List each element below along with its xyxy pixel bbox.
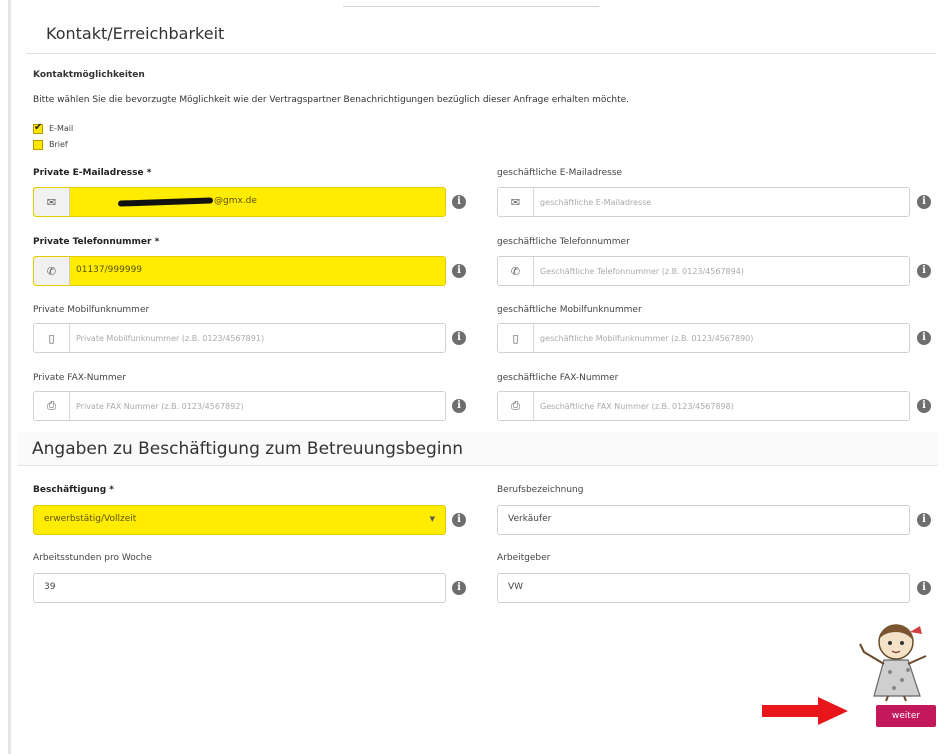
private-phone-label: Private Telefonnummer * — [33, 237, 160, 247]
private-email-label: Private E-Mailadresse * — [33, 168, 152, 178]
private-mobile-field[interactable]: ▯ — [33, 323, 446, 353]
employment-value: erwerbstätig/Vollzeit — [44, 514, 137, 524]
hours-value: 39 — [44, 582, 56, 592]
hours-field[interactable]: 39 — [33, 573, 446, 603]
private-fax-field[interactable]: ⎙ — [33, 391, 446, 421]
hours-label: Arbeitsstunden pro Woche — [33, 553, 152, 563]
private-mobile-label: Private Mobilfunknummer — [33, 305, 150, 315]
private-fax-input[interactable] — [76, 397, 406, 415]
envelope-icon: ✉ — [498, 188, 534, 216]
left-border — [8, 0, 11, 754]
phone-icon: ✆ — [34, 257, 70, 285]
business-fax-field[interactable]: ⎙ — [497, 391, 910, 421]
info-icon[interactable]: i — [452, 195, 466, 209]
envelope-icon: ✉ — [34, 188, 70, 216]
business-phone-label: geschäftliche Telefonnummer — [497, 237, 630, 247]
top-divider — [343, 6, 599, 7]
business-email-input[interactable] — [540, 193, 870, 211]
red-arrow-icon — [762, 697, 848, 725]
mobile-icon: ▯ — [498, 324, 534, 352]
caret-down-icon: ▼ — [429, 515, 435, 523]
employment-select[interactable]: erwerbstätig/Vollzeit ▼ — [33, 505, 446, 535]
letter-checkbox[interactable] — [33, 140, 43, 150]
check-icon: ✔ — [34, 122, 43, 133]
phone-icon: ✆ — [498, 257, 534, 285]
letter-checkbox-label: Brief — [49, 140, 68, 149]
email-checkbox[interactable]: ✔ — [33, 122, 43, 134]
contact-section-title: Kontakt/Erreichbarkeit — [46, 24, 225, 43]
contact-section-header: Kontakt/Erreichbarkeit — [26, 18, 936, 54]
private-fax-label: Private FAX-Nummer — [33, 373, 126, 383]
private-email-field[interactable]: ✉ @gmx.de — [33, 187, 446, 217]
fax-icon: ⎙ — [498, 392, 534, 420]
employer-value: VW — [508, 582, 524, 592]
business-mobile-input[interactable] — [540, 329, 870, 347]
next-button[interactable]: weiter — [876, 705, 936, 727]
info-icon[interactable]: i — [917, 581, 931, 595]
contact-options-label: Kontaktmöglichkeiten — [33, 70, 145, 80]
email-checkbox-label: E-Mail — [49, 124, 74, 133]
info-icon[interactable]: i — [917, 513, 931, 527]
private-phone-value: 01137/999999 — [76, 265, 143, 275]
info-icon[interactable]: i — [452, 581, 466, 595]
business-email-field[interactable]: ✉ — [497, 187, 910, 217]
info-icon[interactable]: i — [452, 513, 466, 527]
info-icon[interactable]: i — [452, 331, 466, 345]
employment-section-title: Angaben zu Beschäftigung zum Betreuungsb… — [32, 439, 464, 459]
info-icon[interactable]: i — [917, 399, 931, 413]
private-mobile-input[interactable] — [76, 329, 406, 347]
info-icon[interactable]: i — [917, 331, 931, 345]
info-icon[interactable]: i — [452, 264, 466, 278]
employment-label: Beschäftigung * — [33, 485, 114, 495]
employer-label: Arbeitgeber — [497, 553, 551, 563]
private-email-value: @gmx.de — [214, 196, 257, 206]
business-fax-input[interactable] — [540, 397, 870, 415]
contact-options-instructions: Bitte wählen Sie die bevorzugte Möglichk… — [33, 95, 629, 105]
business-email-label: geschäftliche E-Mailadresse — [497, 168, 623, 178]
job-title-label: Berufsbezeichnung — [497, 485, 584, 495]
business-phone-field[interactable]: ✆ — [497, 256, 910, 286]
business-mobile-label: geschäftliche Mobilfunknummer — [497, 305, 642, 315]
fax-icon: ⎙ — [34, 392, 70, 420]
private-phone-field[interactable]: ✆ 01137/999999 — [33, 256, 446, 286]
mobile-icon: ▯ — [34, 324, 70, 352]
business-fax-label: geschäftliche FAX-Nummer — [497, 373, 619, 383]
business-phone-input[interactable] — [540, 262, 870, 280]
business-mobile-field[interactable]: ▯ — [497, 323, 910, 353]
mascot-illustration — [859, 624, 927, 702]
employer-field[interactable]: VW — [497, 573, 910, 603]
job-title-field[interactable]: Verkäufer — [497, 505, 910, 535]
job-title-value: Verkäufer — [508, 514, 552, 524]
info-icon[interactable]: i — [452, 399, 466, 413]
info-icon[interactable]: i — [917, 195, 931, 209]
redaction-mark — [117, 197, 214, 207]
info-icon[interactable]: i — [917, 264, 931, 278]
employment-section-header: Angaben zu Beschäftigung zum Betreuungsb… — [18, 432, 938, 466]
